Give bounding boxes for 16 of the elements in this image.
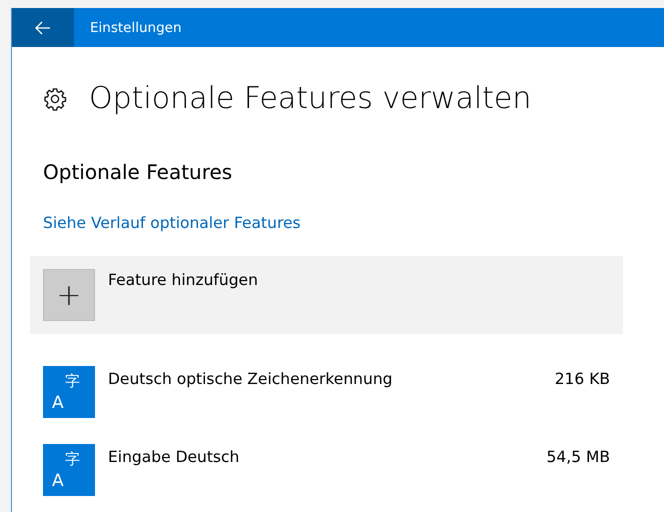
back-button[interactable] [12,8,74,47]
page-title: Optionale Features verwalten [89,81,532,116]
add-feature-label: Feature hinzufügen [108,271,258,289]
back-arrow-icon [35,20,51,34]
settings-icon [43,86,67,110]
section-heading: Optionale Features [43,160,234,184]
language-icon: A 字 [43,444,95,496]
plus-icon: + [43,269,95,321]
feature-name[interactable]: Deutsch optische Zeichenerkennung [108,370,542,388]
history-link[interactable]: Siehe Verlauf optionaler Features [43,214,301,232]
feature-size: 216 KB [554,370,610,388]
feature-name[interactable]: Eingabe Deutsch [108,448,534,466]
window-title: Einstellungen [90,20,182,36]
feature-size: 54,5 MB [546,448,610,466]
language-icon: A 字 [43,366,95,418]
add-feature-button[interactable]: + Feature hinzufügen [30,256,623,334]
